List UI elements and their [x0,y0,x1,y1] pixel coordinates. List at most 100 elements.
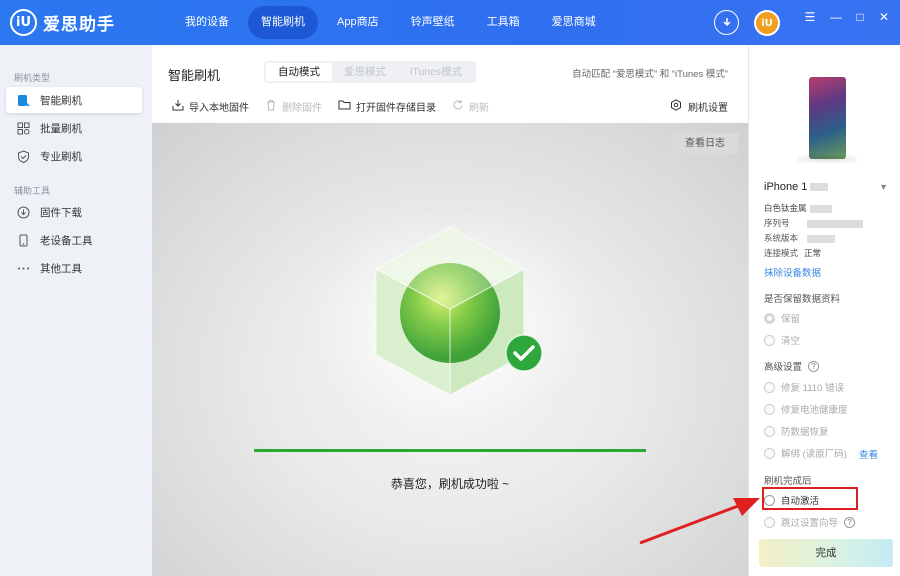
device-name-text: iPhone 1 [764,181,808,193]
app-logo: iU 爱思助手 [10,9,115,36]
option-label: 保留 [781,314,801,325]
device-connect-mode: 连接模式 正常 [764,247,821,259]
nav-smart-flash[interactable]: 智能刷机 [248,6,318,39]
option-keep-data[interactable]: 保留 [764,311,800,325]
toolbar: 导入本地固件 删除固件 打开固件存储目录 刷新 [172,99,505,114]
sidebar-item-label: 专业刷机 [40,150,82,163]
tab-itunes-mode[interactable]: iTunes模式 [398,63,474,81]
radio-icon[interactable] [764,425,775,437]
nav-store[interactable]: 爱思商城 [539,6,609,39]
radio-icon[interactable] [764,494,775,506]
refresh-label: 刷新 [469,103,489,114]
folder-icon [338,99,351,114]
option-clear-data[interactable]: 清空 [764,333,800,347]
flash-status-area: 查看日志 恭喜您，刷机成功啦 ~ [152,123,748,576]
delete-label: 删除固件 [282,103,322,114]
app-name: 爱思助手 [43,15,115,34]
sidebar-item-firmware-download[interactable]: 固件下载 [6,199,142,225]
redacted-block [807,219,863,228]
device-name: iPhone 1 [764,181,829,193]
logo-icon: iU [10,9,37,36]
radio-icon[interactable] [764,516,775,528]
option-label: 修复 1110 错误 [781,383,845,394]
advanced-title-text: 高级设置 [764,362,803,373]
radio-icon[interactable] [764,381,775,393]
device-dropdown-icon[interactable]: ▼ [879,182,888,192]
settings-icon [670,99,682,114]
restore-icon[interactable]: □ [852,9,868,25]
redacted-block [809,204,832,213]
flash-settings-button[interactable]: 刷机设置 [670,99,728,114]
device-image [809,77,846,159]
option-label: 清空 [781,336,801,347]
page-title: 智能刷机 [168,68,221,83]
option-skip-wizard[interactable]: 跳过设置向导? [764,515,856,529]
redacted-block [810,183,829,192]
firmware-download-icon [16,205,30,219]
help-icon[interactable]: ? [808,360,820,372]
option-fix-battery[interactable]: 修复电池健康度 [764,402,848,416]
nav-my-device[interactable]: 我的设备 [172,6,242,39]
success-message: 恭喜您，刷机成功啦 ~ [390,477,510,491]
old-device-icon [16,233,30,247]
close-icon[interactable]: ✕ [876,9,892,25]
refresh-button[interactable]: 刷新 [452,99,489,114]
tab-aisi-mode[interactable]: 爱思模式 [332,63,398,81]
nav-app-store[interactable]: App商店 [324,6,392,39]
import-icon [172,99,184,114]
sidebar-section-flash-type: 刷机类型 [14,73,51,83]
auto-match-note: 自动匹配 “爱思模式” 和 “iTunes 模式” [572,69,728,80]
option-unbind[interactable]: 解绑 (读原厂码) [764,446,847,460]
erase-device-link[interactable]: 抹除设备数据 [764,265,821,279]
user-avatar[interactable]: iU [754,10,780,36]
sidebar-item-smart-flash[interactable]: 智能刷机 [6,87,142,113]
download-icon[interactable] [714,10,739,35]
option-auto-activate[interactable]: 自动激活 [764,493,819,507]
option-label: 修复电池健康度 [781,405,848,416]
advanced-settings-title: 高级设置? [764,359,820,373]
nav-toolbox[interactable]: 工具箱 [474,6,533,39]
tab-auto-mode[interactable]: 自动模式 [266,63,332,81]
option-anti-recovery[interactable]: 防数据恢复 [764,424,829,438]
sidebar-item-old-device[interactable]: 老设备工具 [6,227,142,253]
cube-sphere-graphic [300,208,600,428]
option-label: 跳过设置向导 [781,518,839,529]
sidebar: 刷机类型 智能刷机 批量刷机 专业刷机 辅助工具 固件下载 老设备工具 其他工具 [0,45,152,576]
sidebar-item-batch-flash[interactable]: 批量刷机 [6,115,142,141]
option-fix-1110[interactable]: 修复 1110 错误 [764,380,844,394]
pro-flash-icon [16,149,30,163]
more-icon [16,261,30,275]
done-button[interactable]: 完成 [759,539,893,567]
device-panel: iPhone 1 ▼ 白色钛金属 序列号 系统版本 连接模式 正常 抹除设备数据 … [748,45,900,576]
menu-icon[interactable]: ☰ [802,9,818,25]
minimize-icon[interactable]: — [828,9,844,25]
radio-icon[interactable] [764,447,775,459]
mode-value: 正常 [804,248,822,258]
sidebar-item-label: 老设备工具 [40,234,93,247]
option-label: 解绑 (读原厂码) [781,449,847,460]
open-firmware-dir-button[interactable]: 打开固件存储目录 [338,99,436,114]
sidebar-item-more-tools[interactable]: 其他工具 [6,255,142,281]
after-flash-title: 刷机完成后 [764,476,812,487]
radio-icon[interactable] [764,312,775,324]
trash-icon [265,99,277,114]
sidebar-item-label: 批量刷机 [40,122,82,135]
nav-ringtones[interactable]: 铃声壁纸 [398,6,468,39]
smart-flash-icon [16,93,30,107]
sidebar-item-pro-flash[interactable]: 专业刷机 [6,143,142,169]
device-color-text: 白色钛金属 [764,203,807,213]
main-nav: 我的设备 智能刷机 App商店 铃声壁纸 工具箱 爱思商城 [172,6,615,39]
main-panel: 智能刷机 自动模式 爱思模式 iTunes模式 自动匹配 “爱思模式” 和 “i… [152,45,748,576]
refresh-icon [452,99,464,114]
option-label: 防数据恢复 [781,427,829,438]
mode-tabs: 自动模式 爱思模式 iTunes模式 [264,61,477,83]
radio-icon[interactable] [764,403,775,415]
success-check-icon [505,334,543,372]
delete-firmware-button[interactable]: 删除固件 [265,99,322,114]
view-link[interactable]: 查看 [859,447,878,461]
radio-icon[interactable] [764,334,775,346]
import-firmware-button[interactable]: 导入本地固件 [172,99,249,114]
title-bar: iU 爱思助手 我的设备 智能刷机 App商店 铃声壁纸 工具箱 爱思商城 iU… [0,0,900,45]
help-icon[interactable]: ? [844,516,856,528]
sidebar-item-label: 固件下载 [40,206,82,219]
